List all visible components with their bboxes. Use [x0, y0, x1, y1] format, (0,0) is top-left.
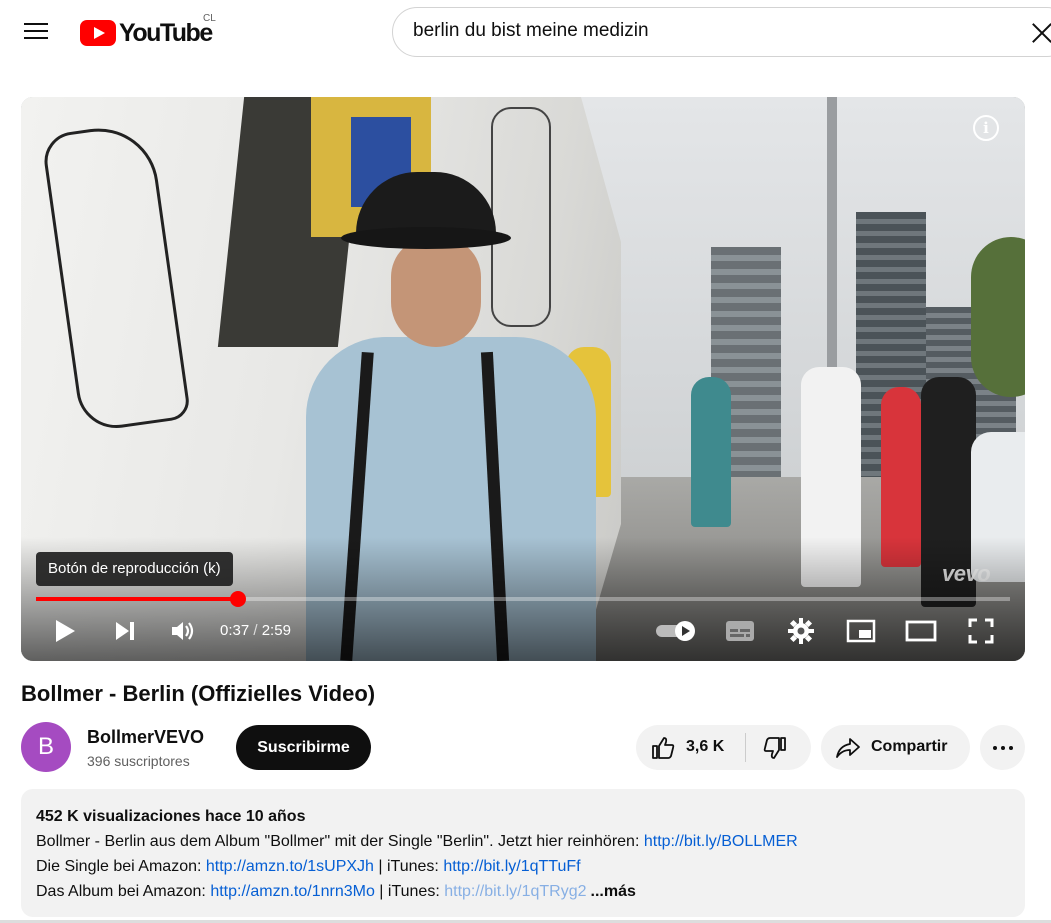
more-actions-icon[interactable] — [980, 725, 1025, 770]
volume-icon[interactable] — [166, 613, 200, 649]
current-time: 0:37 — [220, 622, 250, 639]
miniplayer-icon[interactable] — [843, 613, 879, 649]
itunes-single-link[interactable]: http://bit.ly/1qTTuFf — [443, 858, 580, 875]
video-title: Bollmer - Berlin (Offizielles Video) — [21, 681, 376, 706]
like-dislike-group: 3,6 K — [636, 725, 811, 770]
subtitles-icon[interactable] — [722, 613, 758, 649]
share-button[interactable]: Compartir — [821, 725, 970, 770]
amazon-album-link[interactable]: http://amzn.to/1nrn3Mo — [210, 883, 375, 900]
settings-gear-icon[interactable] — [783, 613, 819, 649]
time-display: 0:37 / 2:59 — [220, 622, 291, 639]
duration: 2:59 — [261, 622, 291, 639]
subscribe-button[interactable]: Suscribirme — [236, 725, 371, 770]
player-controls: 0:37 / 2:59 — [21, 609, 1025, 653]
fullscreen-icon[interactable] — [963, 613, 999, 649]
next-icon[interactable] — [109, 613, 141, 649]
dislike-button[interactable] — [748, 725, 811, 770]
description-line-1: Bollmer - Berlin aus dem Album "Bollmer"… — [36, 833, 798, 850]
play-tooltip: Botón de reproducción (k) — [36, 552, 233, 586]
search-box — [392, 7, 1051, 57]
itunes-album-link[interactable]: http://bit.ly/1qTRyg2 — [444, 883, 586, 900]
thumbs-up-icon — [652, 737, 675, 759]
description-line-3: Das Album bei Amazon: http://amzn.to/1nr… — [36, 883, 636, 900]
scrubber-handle[interactable] — [229, 591, 246, 607]
show-more-button[interactable]: ...más — [591, 883, 636, 900]
share-arrow-icon — [836, 738, 860, 758]
theater-mode-icon[interactable] — [901, 613, 941, 649]
autoplay-toggle-icon[interactable] — [653, 613, 699, 649]
masthead: YouTube CL — [0, 0, 1051, 68]
logo-text: YouTube — [119, 18, 213, 47]
like-count: 3,6 K — [686, 738, 725, 755]
amazon-single-link[interactable]: http://amzn.to/1sUPXJh — [206, 858, 374, 875]
channel-avatar[interactable]: B — [21, 722, 71, 772]
view-count-date: 452 K visualizaciones hace 10 años — [36, 808, 306, 825]
progress-bar[interactable] — [36, 591, 1010, 607]
progress-played — [36, 597, 238, 601]
video-player[interactable]: i vevo Botón de reproducción (k) 0:37 / … — [21, 97, 1025, 661]
info-icon[interactable]: i — [973, 115, 999, 141]
play-icon[interactable] — [49, 613, 81, 649]
description-line-2: Die Single bei Amazon: http://amzn.to/1s… — [36, 858, 581, 875]
time-separator: / — [253, 622, 258, 639]
search-input[interactable] — [413, 20, 973, 42]
clear-search-icon[interactable] — [1029, 20, 1051, 46]
subscriber-count: 396 suscriptores — [87, 753, 190, 769]
menu-icon[interactable] — [18, 18, 54, 48]
country-code: CL — [203, 13, 216, 24]
like-button[interactable]: 3,6 K — [636, 725, 746, 770]
bollmer-link[interactable]: http://bit.ly/BOLLMER — [644, 833, 798, 850]
youtube-logo[interactable]: YouTube CL — [80, 13, 216, 48]
channel-name[interactable]: BollmerVEVO — [87, 727, 204, 748]
youtube-play-icon — [80, 20, 116, 46]
share-label: Compartir — [871, 738, 948, 755]
thumbs-down-icon — [763, 737, 786, 759]
description-box[interactable]: 452 K visualizaciones hace 10 años Bollm… — [21, 789, 1025, 917]
